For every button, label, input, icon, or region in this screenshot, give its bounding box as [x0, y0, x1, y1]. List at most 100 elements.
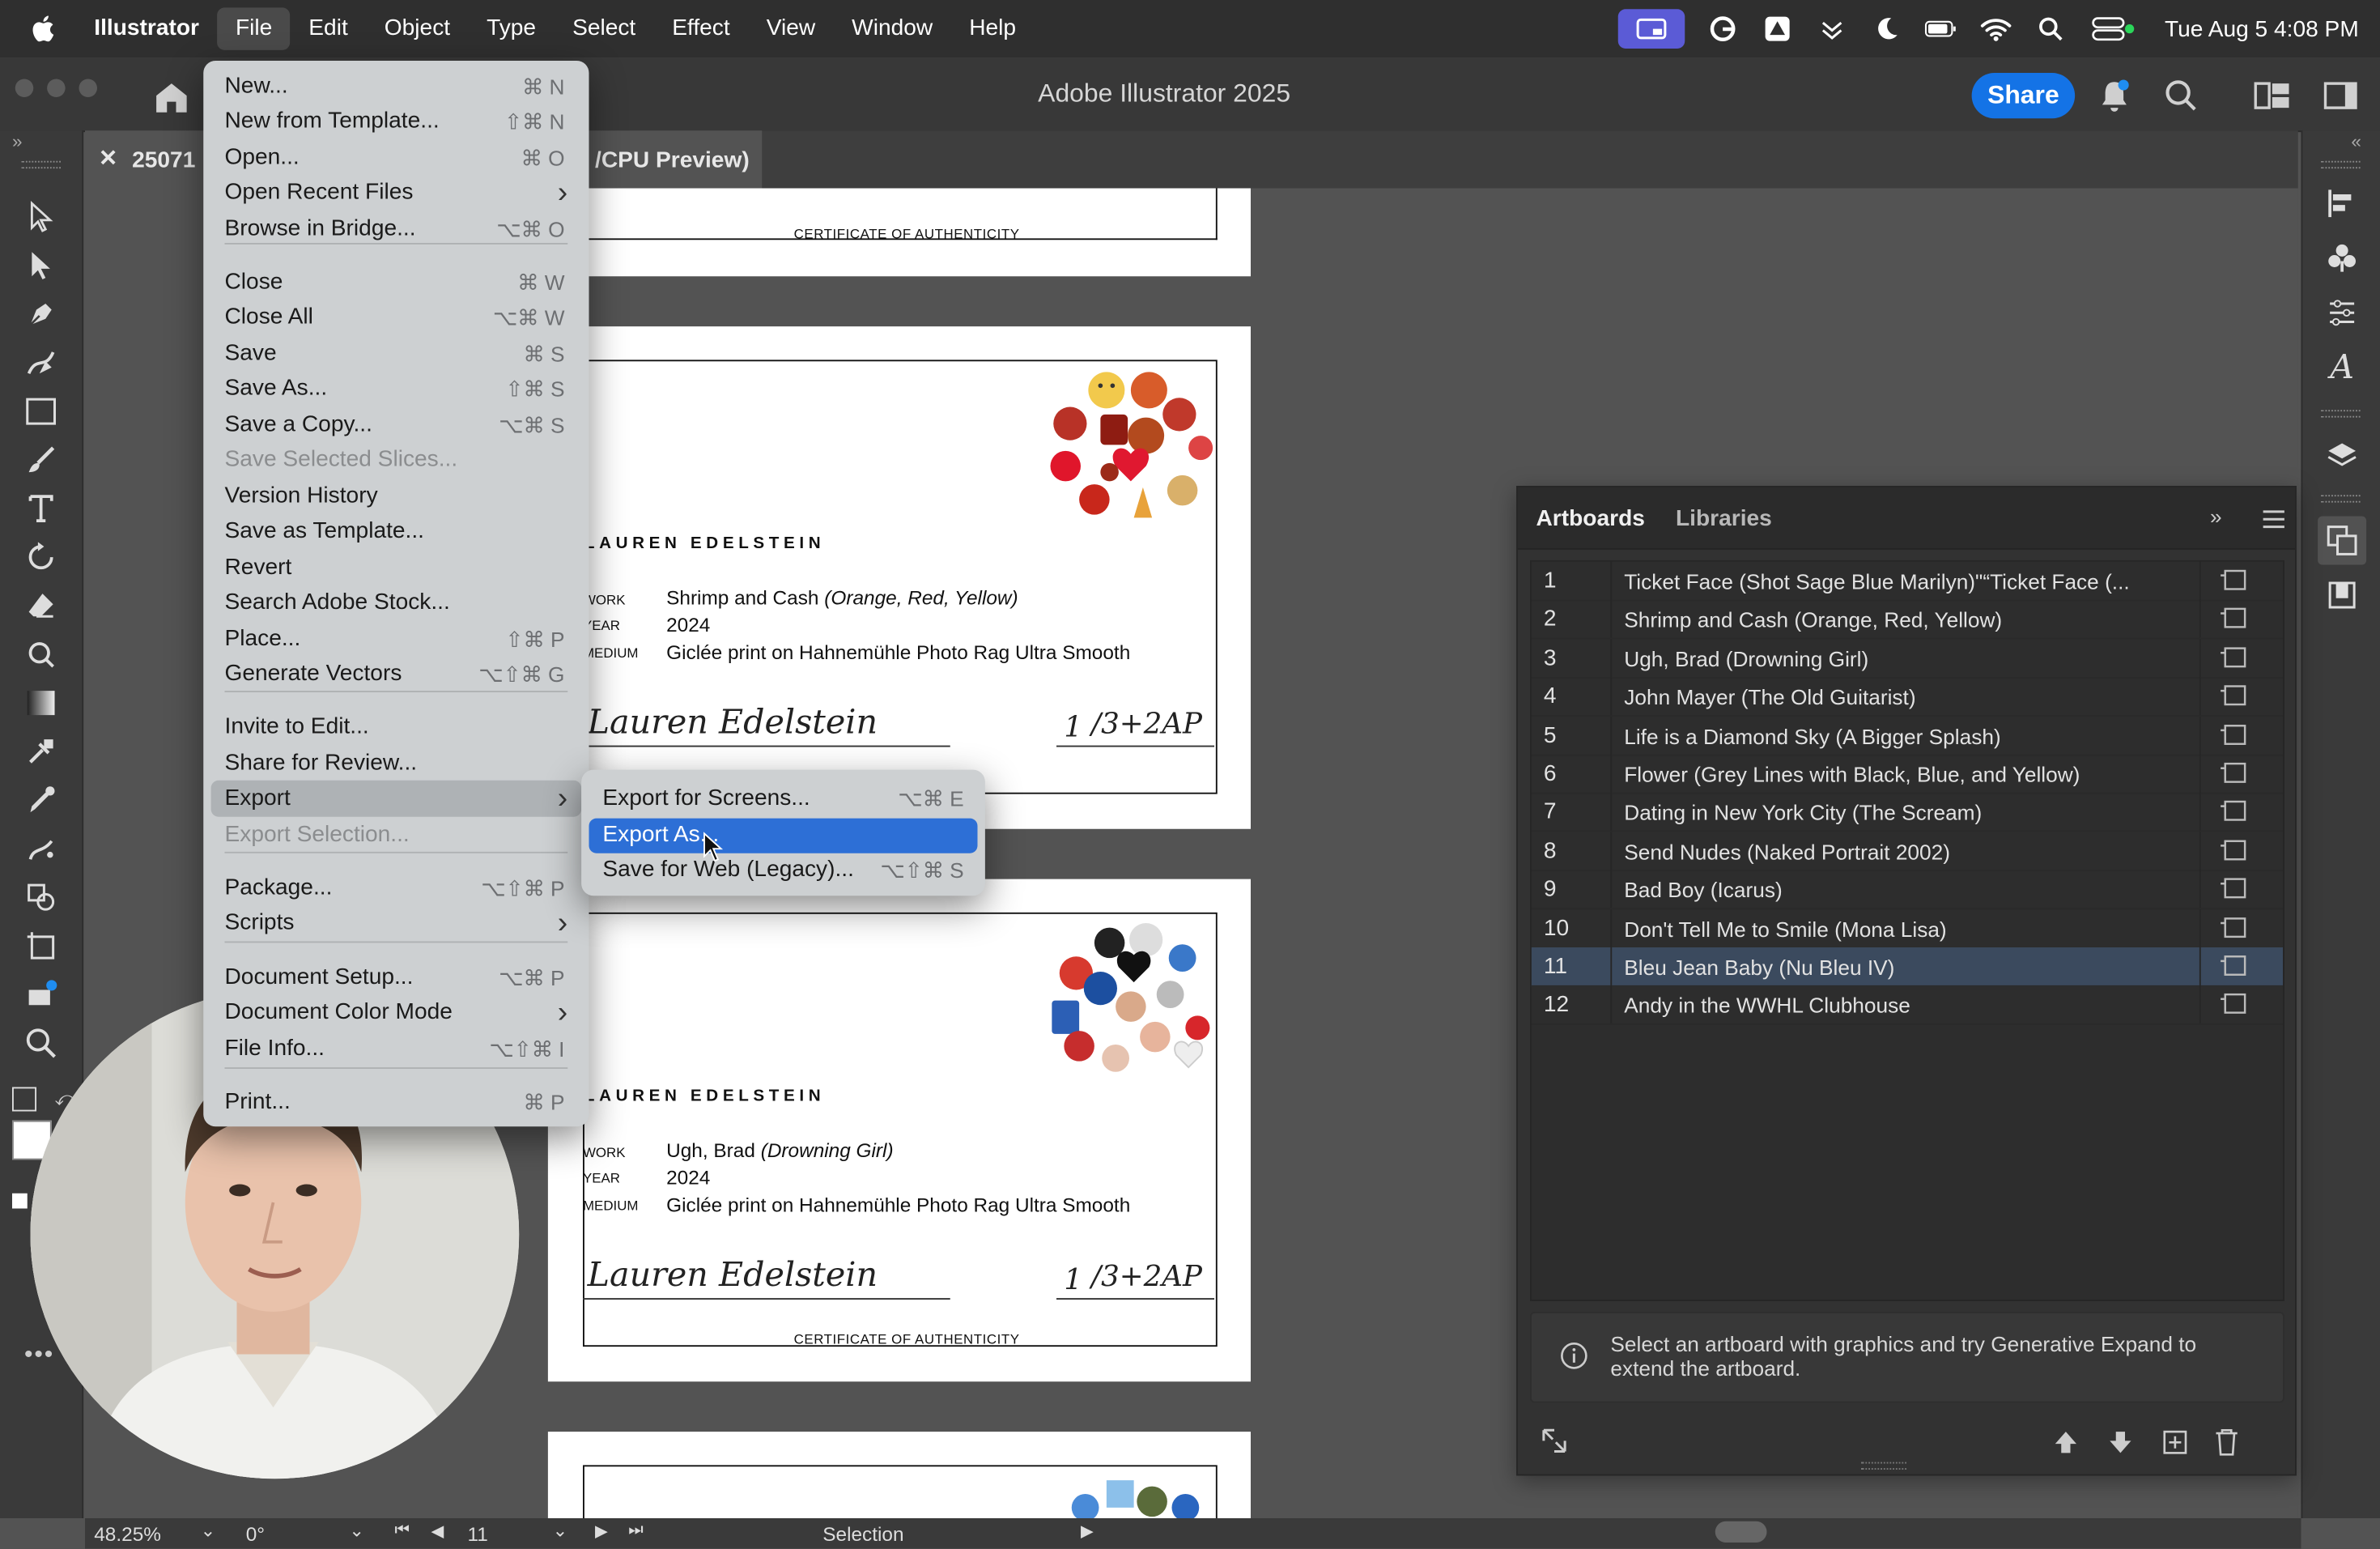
- file-menu-item-new[interactable]: New...: [225, 70, 288, 103]
- spotlight-search-icon[interactable]: [2034, 14, 2068, 45]
- menu-window[interactable]: Window: [834, 0, 951, 57]
- file-menu-item-scripts[interactable]: Scripts: [225, 906, 295, 939]
- artboard-dropdown-icon[interactable]: ⌄: [553, 1520, 568, 1541]
- more-tools-icon[interactable]: •••: [24, 1343, 54, 1370]
- file-menu-item-open-recent-files[interactable]: Open Recent Files: [225, 177, 414, 210]
- file-menu-item-package[interactable]: Package...: [225, 871, 333, 904]
- menu-select[interactable]: Select: [555, 0, 654, 57]
- artboard-row[interactable]: 9Bad Boy (Icarus): [1532, 870, 2283, 910]
- shape-builder-tool-icon[interactable]: [19, 878, 64, 917]
- file-menu-item-version-history[interactable]: Version History: [225, 480, 378, 513]
- artboard-name[interactable]: Flower (Grey Lines with Black, Blue, and…: [1624, 762, 2201, 786]
- grammarly-icon[interactable]: [1706, 14, 1740, 45]
- blend-tool-icon[interactable]: [19, 732, 64, 772]
- zoom-level[interactable]: 48.25%: [94, 1523, 161, 1546]
- artboard-row[interactable]: 8Send Nudes (Naked Portrait 2002): [1532, 832, 2283, 871]
- wifi-icon[interactable]: [1979, 14, 2012, 45]
- file-menu-item-invite-to-edit[interactable]: Invite to Edit...: [225, 711, 369, 744]
- artboard-row[interactable]: 4John Mayer (The Old Guitarist): [1532, 678, 2283, 717]
- eyedropper-tool-icon[interactable]: [19, 781, 64, 820]
- screen-share-icon[interactable]: [1618, 9, 1685, 49]
- artboard-options-icon[interactable]: [2217, 954, 2248, 978]
- menu-app-name[interactable]: Illustrator: [76, 0, 218, 57]
- artboard-options-icon[interactable]: [2217, 915, 2248, 939]
- search-icon[interactable]: [2163, 78, 2199, 114]
- artboard-options-icon[interactable]: [2217, 606, 2248, 631]
- selection-tool-icon[interactable]: [19, 198, 64, 237]
- pen-tool-icon[interactable]: [19, 295, 64, 334]
- new-artboard-icon[interactable]: [2161, 1428, 2189, 1456]
- battery-icon[interactable]: [1925, 14, 1958, 45]
- menu-effect[interactable]: Effect: [654, 0, 748, 57]
- artboard-number[interactable]: 11: [468, 1523, 488, 1546]
- menu-help[interactable]: Help: [951, 0, 1035, 57]
- tab-artboards[interactable]: Artboards: [1536, 505, 1645, 531]
- artboard-options-icon[interactable]: [2217, 838, 2248, 862]
- artboard-options-icon[interactable]: [2217, 645, 2248, 669]
- artboard-shrimp-and-cash[interactable]: LAUREN EDELSTEIN WORK Shrimp and Cash (O…: [548, 326, 1251, 829]
- file-menu-item-export[interactable]: Export: [225, 782, 291, 815]
- delete-artboard-icon[interactable]: [2213, 1428, 2241, 1458]
- file-menu-item-generate-vectors[interactable]: Generate Vectors: [225, 657, 402, 691]
- file-menu-item-new-from-template[interactable]: New from Template...: [225, 104, 440, 138]
- puppet-warp-tool-icon[interactable]: [19, 975, 64, 1015]
- panel-layout-icon[interactable]: [2323, 80, 2359, 111]
- layers-panel-icon[interactable]: [2321, 434, 2364, 477]
- default-colors-icon[interactable]: [12, 1087, 36, 1112]
- artboard-name[interactable]: Life is a Diamond Sky (A Bigger Splash): [1624, 724, 2201, 748]
- notifications-bell-icon[interactable]: [2097, 78, 2131, 114]
- artboard-row[interactable]: 3Ugh, Brad (Drowning Girl): [1532, 639, 2283, 679]
- horizontal-scrollbar-thumb[interactable]: [1715, 1521, 1767, 1543]
- expand-dock-icon[interactable]: «: [2351, 130, 2361, 151]
- collapse-toolbar-icon[interactable]: »: [12, 130, 23, 151]
- menu-file[interactable]: File: [217, 7, 290, 50]
- file-menu-item-share-for-review[interactable]: Share for Review...: [225, 747, 418, 781]
- artboard-name[interactable]: Shrimp and Cash (Orange, Red, Yellow): [1624, 608, 2201, 632]
- artboard-name[interactable]: Ticket Face (Shot Sage Blue Marilyn)"“Ti…: [1624, 569, 2201, 594]
- rotate-tool-icon[interactable]: [19, 538, 64, 577]
- artboard-row[interactable]: 2Shrimp and Cash (Orange, Red, Yellow): [1532, 600, 2283, 640]
- artboard-options-icon[interactable]: [2217, 683, 2248, 708]
- artboard-options-icon[interactable]: [2217, 568, 2248, 592]
- rearrange-artboards-icon[interactable]: [1539, 1426, 1570, 1457]
- file-menu-item-print[interactable]: Print...: [225, 1086, 291, 1119]
- file-menu-item-open[interactable]: Open...: [225, 141, 300, 174]
- artboard-options-icon[interactable]: [2217, 992, 2248, 1016]
- next-artboard-icon[interactable]: ▶: [595, 1521, 608, 1541]
- rectangle-tool-icon[interactable]: [19, 392, 64, 432]
- artboard-ugh-brad[interactable]: LAUREN EDELSTEIN WORK Ugh, Brad (Drownin…: [548, 879, 1251, 1382]
- file-menu-item-search-adobe-stock[interactable]: Search Adobe Stock...: [225, 586, 450, 619]
- file-menu-item-browse-in-bridge[interactable]: Browse in Bridge...: [225, 213, 416, 246]
- gradient-tool-icon[interactable]: [19, 683, 64, 723]
- libraries-panel-icon[interactable]: [2321, 574, 2364, 617]
- file-menu-item-place[interactable]: Place...: [225, 623, 301, 656]
- last-artboard-icon[interactable]: ⏭: [628, 1521, 644, 1541]
- character-panel-icon[interactable]: A: [2321, 347, 2364, 389]
- type-tool-icon[interactable]: [19, 489, 64, 529]
- artboard-1-partial[interactable]: CERTIFICATE OF AUTHENTICITY: [548, 189, 1251, 277]
- control-center-icon[interactable]: [2089, 14, 2140, 45]
- file-menu-item-file-info[interactable]: File Info...: [225, 1032, 325, 1066]
- rotation-angle[interactable]: 0°: [246, 1523, 265, 1546]
- artboard-options-icon[interactable]: [2217, 760, 2248, 785]
- artboard-name[interactable]: Bad Boy (Icarus): [1624, 878, 2201, 902]
- file-menu-item-save-as[interactable]: Save As...: [225, 372, 328, 405]
- zoom-lasso-tool-icon[interactable]: [19, 635, 64, 674]
- workspace-switcher-icon[interactable]: [2253, 80, 2293, 111]
- artboard-name[interactable]: Dating in New York City (The Scream): [1624, 801, 2201, 825]
- properties-panel-icon[interactable]: [2321, 292, 2364, 334]
- artboard-row[interactable]: 6Flower (Grey Lines with Black, Blue, an…: [1532, 755, 2283, 794]
- panel-menu-icon[interactable]: [2262, 509, 2286, 530]
- file-menu-item-document-setup[interactable]: Document Setup...: [225, 961, 414, 994]
- export-item-save-for-web-legacy[interactable]: Save for Web (Legacy)...: [602, 853, 854, 887]
- artboard-name[interactable]: Send Nudes (Naked Portrait 2002): [1624, 839, 2201, 863]
- panel-collapse-icon[interactable]: »: [2210, 504, 2222, 529]
- artboard-row[interactable]: 1Ticket Face (Shot Sage Blue Marilyn)"“T…: [1532, 562, 2283, 602]
- artboard-tool-icon[interactable]: [19, 926, 64, 966]
- file-menu-item-document-color-mode[interactable]: Document Color Mode: [225, 996, 453, 1029]
- apple-icon[interactable]: [28, 12, 61, 45]
- drive-icon[interactable]: [1761, 14, 1794, 45]
- artboard-name[interactable]: Ugh, Brad (Drowning Girl): [1624, 646, 2201, 670]
- menubar-clock[interactable]: Tue Aug 5 4:08 PM: [2165, 16, 2359, 42]
- file-menu-item-save-as-template[interactable]: Save as Template...: [225, 515, 425, 548]
